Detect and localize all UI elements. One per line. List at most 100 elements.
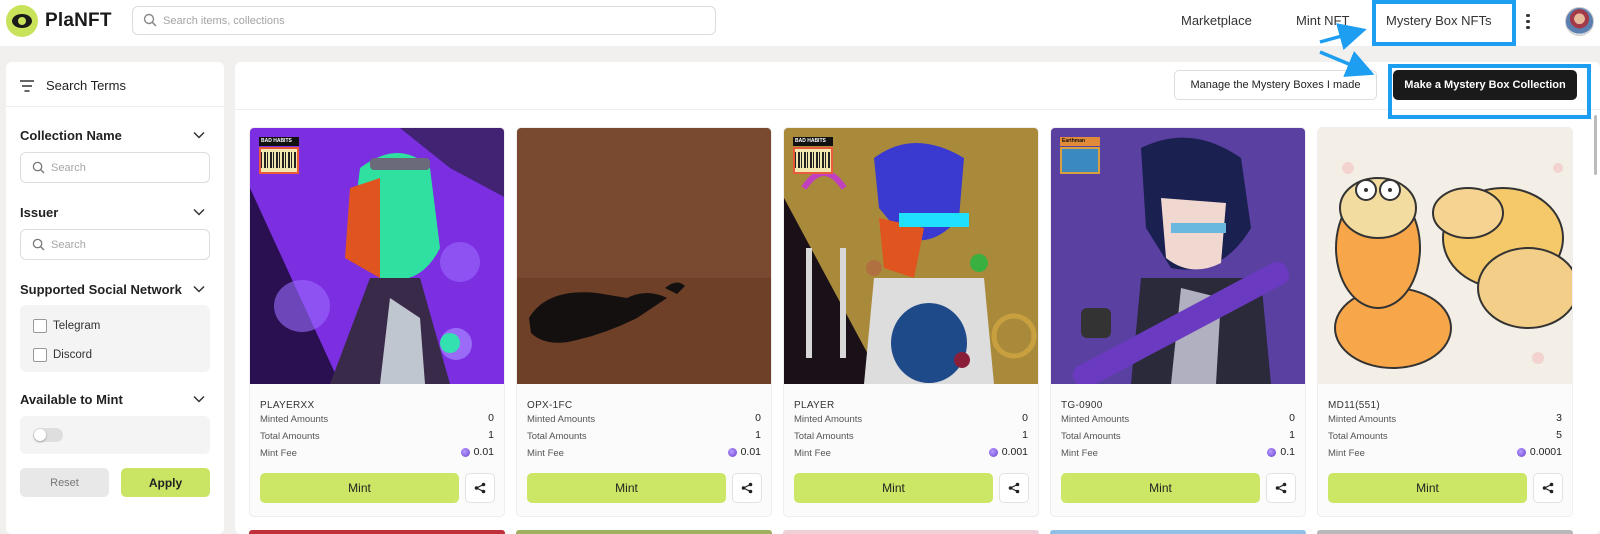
top-bar: PlaNFT Marketplace Mint NFT Mystery Box … bbox=[0, 0, 1600, 46]
share-button[interactable] bbox=[999, 473, 1029, 503]
chevron-down-icon[interactable] bbox=[193, 285, 205, 293]
total-value: 1 bbox=[1022, 429, 1028, 441]
total-value: 1 bbox=[1289, 429, 1295, 441]
issuer-search[interactable] bbox=[20, 229, 210, 260]
coin-icon bbox=[988, 447, 998, 457]
issuer-title[interactable]: Issuer bbox=[20, 205, 58, 220]
mint-fee-amount: 0.01 bbox=[473, 446, 494, 458]
mint-fee-value: 0.0001 bbox=[1516, 446, 1562, 458]
minted-label: Minted Amounts bbox=[1328, 414, 1397, 425]
mint-button[interactable]: Mint bbox=[1328, 473, 1527, 503]
issuer-input[interactable] bbox=[51, 236, 201, 254]
share-icon bbox=[1275, 482, 1287, 494]
collection-name-search[interactable] bbox=[20, 152, 210, 183]
make-mystery-box-collection-button[interactable]: Make a Mystery Box Collection bbox=[1393, 70, 1577, 100]
social-network-options: Telegram Discord bbox=[20, 305, 210, 372]
more-options-icon[interactable] bbox=[1523, 11, 1533, 33]
nav-mystery-box-nfts[interactable]: Mystery Box NFTs bbox=[1386, 13, 1491, 28]
total-value: 1 bbox=[488, 429, 494, 441]
user-avatar[interactable] bbox=[1565, 7, 1594, 36]
telegram-checkbox[interactable] bbox=[33, 319, 47, 333]
nav-marketplace[interactable]: Marketplace bbox=[1181, 13, 1252, 28]
discord-label: Discord bbox=[53, 349, 92, 361]
minted-label: Minted Amounts bbox=[794, 414, 863, 425]
total-label: Total Amounts bbox=[1061, 431, 1121, 442]
nft-image[interactable]: BAD HABITS bbox=[784, 128, 1038, 384]
divider bbox=[6, 106, 224, 107]
telegram-label: Telegram bbox=[53, 320, 101, 332]
badge-text: BAD HABITS bbox=[259, 137, 299, 146]
total-label: Total Amounts bbox=[527, 431, 587, 442]
mint-button[interactable]: Mint bbox=[794, 473, 993, 503]
nft-name: MD11(551) bbox=[1328, 400, 1380, 411]
minted-value: 0 bbox=[488, 412, 494, 424]
mint-fee-value: 0.001 bbox=[988, 446, 1028, 458]
mint-fee-amount: 0.01 bbox=[740, 446, 761, 458]
coin-icon bbox=[1267, 447, 1277, 457]
apply-button[interactable]: Apply bbox=[121, 468, 210, 497]
mint-button[interactable]: Mint bbox=[260, 473, 459, 503]
nft-image[interactable]: BAD HABITS bbox=[250, 128, 504, 384]
minted-value: 0 bbox=[1022, 412, 1028, 424]
manage-mystery-boxes-button[interactable]: Manage the Mystery Boxes I made bbox=[1174, 70, 1377, 100]
search-icon bbox=[143, 13, 157, 27]
barcode-icon bbox=[793, 147, 833, 174]
share-button[interactable] bbox=[1533, 473, 1563, 503]
nft-image[interactable] bbox=[517, 128, 771, 384]
telegram-option[interactable]: Telegram bbox=[33, 319, 100, 333]
mint-fee-value: 0.1 bbox=[1267, 446, 1295, 458]
nft-card-peek[interactable] bbox=[249, 530, 505, 534]
mint-fee-label: Mint Fee bbox=[1061, 448, 1098, 459]
barcode-icon bbox=[259, 147, 299, 174]
reset-button[interactable]: Reset bbox=[20, 468, 109, 497]
badge-text: Earthman bbox=[1060, 137, 1100, 146]
minted-value: 3 bbox=[1556, 412, 1562, 424]
app-name: PlaNFT bbox=[45, 10, 112, 31]
share-button[interactable] bbox=[465, 473, 495, 503]
nft-card[interactable]: Earthman TG-0900 Minted Amounts 0 Total … bbox=[1050, 127, 1306, 517]
available-to-mint-toggle[interactable] bbox=[33, 428, 63, 442]
collection-name-title[interactable]: Collection Name bbox=[20, 128, 122, 143]
available-to-mint-title[interactable]: Available to Mint bbox=[20, 392, 123, 407]
discord-option[interactable]: Discord bbox=[33, 348, 92, 362]
nft-card-peek[interactable] bbox=[1050, 530, 1306, 534]
mint-button[interactable]: Mint bbox=[1061, 473, 1260, 503]
search-input[interactable] bbox=[163, 11, 703, 31]
coin-icon bbox=[1516, 447, 1526, 457]
chevron-down-icon[interactable] bbox=[193, 131, 205, 139]
share-icon bbox=[1008, 482, 1020, 494]
nft-card-peek[interactable] bbox=[783, 530, 1039, 534]
logo[interactable]: PlaNFT bbox=[6, 5, 112, 37]
scrollbar-thumb[interactable] bbox=[1594, 115, 1597, 175]
chevron-down-icon[interactable] bbox=[193, 208, 205, 216]
nft-image[interactable] bbox=[1318, 128, 1572, 384]
nft-card[interactable]: MD11(551) Minted Amounts 3 Total Amounts… bbox=[1317, 127, 1573, 517]
share-icon bbox=[1542, 482, 1554, 494]
nav-mint-nft[interactable]: Mint NFT bbox=[1296, 13, 1349, 28]
total-value: 1 bbox=[755, 429, 761, 441]
mint-button[interactable]: Mint bbox=[527, 473, 726, 503]
nft-card-peek[interactable] bbox=[516, 530, 772, 534]
nft-card[interactable]: OPX-1FC Minted Amounts 0 Total Amounts 1… bbox=[516, 127, 772, 517]
search-icon bbox=[32, 238, 45, 251]
global-search[interactable] bbox=[132, 6, 716, 35]
total-label: Total Amounts bbox=[260, 431, 320, 442]
social-network-title[interactable]: Supported Social Network bbox=[20, 282, 182, 297]
nft-image[interactable]: Earthman bbox=[1051, 128, 1305, 384]
discord-checkbox[interactable] bbox=[33, 348, 47, 362]
nft-name: PLAYERXX bbox=[260, 400, 315, 411]
share-button[interactable] bbox=[732, 473, 762, 503]
share-button[interactable] bbox=[1266, 473, 1296, 503]
mint-fee-label: Mint Fee bbox=[260, 448, 297, 459]
minted-value: 0 bbox=[755, 412, 761, 424]
nft-card[interactable]: BAD HABITS PLAYER Minted Amounts 0 Total… bbox=[783, 127, 1039, 517]
search-icon bbox=[32, 161, 45, 174]
mint-fee-amount: 0.001 bbox=[1001, 446, 1028, 458]
mint-fee-label: Mint Fee bbox=[1328, 448, 1365, 459]
total-label: Total Amounts bbox=[794, 431, 854, 442]
nft-card-peek[interactable] bbox=[1317, 530, 1573, 534]
collection-name-input[interactable] bbox=[51, 159, 201, 177]
nft-name: PLAYER bbox=[794, 400, 835, 411]
chevron-down-icon[interactable] bbox=[193, 395, 205, 403]
nft-card[interactable]: BAD HABITS PLAYERXX Minted Amounts 0 Tot… bbox=[249, 127, 505, 517]
